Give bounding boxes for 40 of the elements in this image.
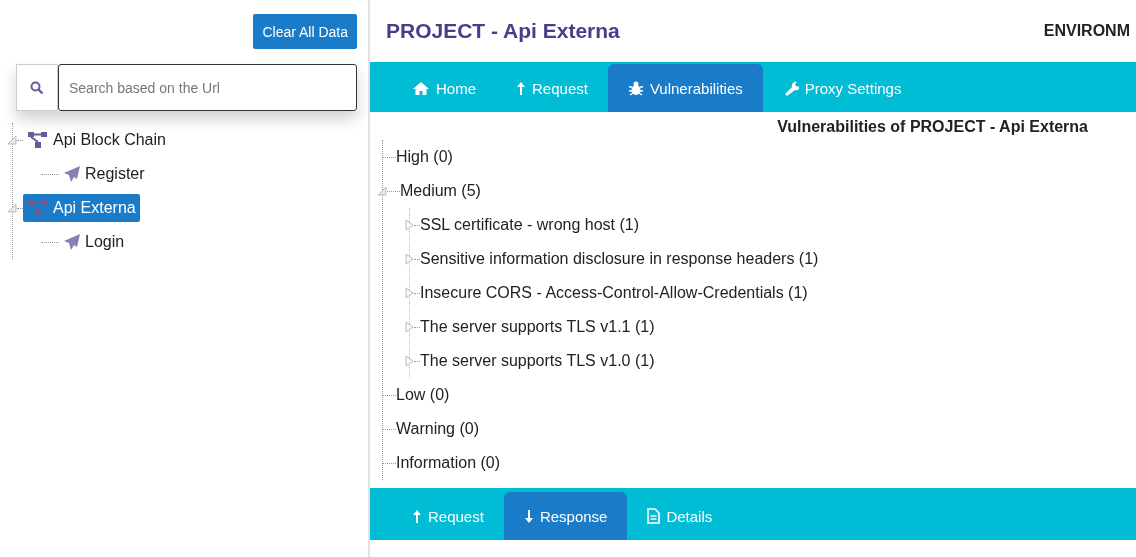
paper-plane-icon (63, 165, 81, 183)
hierarchy-icon (27, 131, 49, 149)
vulnerability-tree-item[interactable]: The server supports TLS v1.0 (1) (420, 352, 655, 370)
document-icon (647, 508, 661, 524)
request-tree-item[interactable]: Register (59, 160, 149, 188)
tab[interactable]: Response (503, 492, 628, 540)
expanded-arrow-icon[interactable] (7, 135, 17, 145)
severity-tree-item[interactable]: Low (0) (396, 386, 450, 404)
severity-tree-item[interactable]: Warning (0) (396, 420, 479, 438)
up-arrow-icon (516, 80, 526, 96)
collapsed-arrow-icon[interactable] (404, 355, 414, 367)
collapsed-arrow-icon[interactable] (404, 219, 414, 231)
tab[interactable]: Vulnerabilities (607, 64, 763, 112)
severity-tree-item[interactable]: High (0) (396, 148, 453, 166)
collapsed-arrow-icon[interactable] (404, 321, 414, 333)
down-arrow-icon (523, 508, 534, 524)
vulnerability-tree-item[interactable]: SSL certificate - wrong host (1) (420, 216, 640, 234)
search-icon[interactable] (16, 64, 58, 111)
severity-tree-item[interactable]: Information (0) (396, 454, 501, 472)
vulnerability-tree-item[interactable]: Insecure CORS - Access-Control-Allow-Credentials (1) (420, 284, 808, 302)
expanded-arrow-icon[interactable] (7, 203, 17, 213)
collapsed-arrow-icon[interactable] (404, 287, 414, 299)
vulnerabilities-heading: Vulnerabilities of PROJECT - Api Externa (777, 118, 1088, 136)
search-field[interactable]: Search based on the Url (58, 64, 357, 111)
up-arrow-icon (412, 508, 422, 524)
home-icon (412, 80, 430, 96)
vulnerability-tree-item[interactable]: The server supports TLS v1.1 (1) (420, 318, 655, 336)
project-title: PROJECT - Api Externa (386, 19, 620, 43)
expanded-arrow-icon[interactable] (377, 186, 387, 196)
request-tree-item[interactable]: Login (59, 228, 129, 256)
project-tree-item[interactable]: Api Block Chain (23, 126, 170, 154)
clear-all-data-button[interactable]: Clear All Data (253, 14, 357, 49)
bug-icon (627, 80, 644, 96)
paper-plane-icon (63, 233, 81, 251)
collapsed-arrow-icon[interactable] (404, 253, 414, 265)
environment-label: ENVIRONM (1043, 22, 1130, 40)
severity-tree-item[interactable]: Medium (5) (400, 182, 481, 200)
vulnerability-tree-item[interactable]: Sensitive information disclosure in response headers (1) (420, 250, 819, 268)
hierarchy-icon (27, 199, 49, 217)
project-tree-item[interactable]: Api Externa (23, 194, 140, 222)
